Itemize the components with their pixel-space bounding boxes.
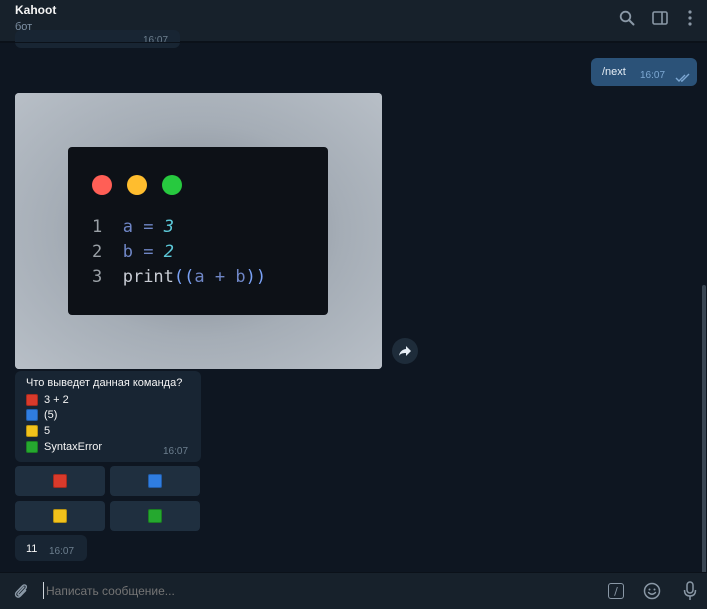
message-input[interactable] [44, 580, 588, 602]
quiz-message: Что выведет данная команда? 3 + 2 (5) 5 … [15, 371, 201, 462]
message-time: 16:07 [49, 546, 75, 557]
yellow-square-icon [53, 509, 67, 523]
blue-square-icon [26, 409, 38, 421]
code-line: 1 a = 3 [92, 217, 174, 237]
partial-message: 16:07 [15, 30, 180, 48]
microphone-icon[interactable] [680, 581, 700, 601]
answer-button-red[interactable] [15, 466, 105, 496]
bot-commands-icon[interactable]: / [606, 581, 626, 601]
line-number: 2 [92, 242, 123, 262]
code-window: 1 a = 3 2 b = 2 3 print((a + b)) [68, 147, 328, 315]
code-token: print [122, 267, 174, 287]
code-token: b [122, 242, 133, 262]
window-dot-yellow [127, 175, 147, 195]
code-token: a + b [194, 267, 246, 287]
quiz-option: SyntaxError [26, 440, 102, 454]
quiz-question: Что выведет данная команда? [26, 377, 183, 389]
sidebar-toggle-icon[interactable] [650, 8, 670, 28]
code-line: 3 print((a + b)) [92, 267, 266, 287]
quiz-option: (5) [26, 408, 57, 422]
answer-button-green[interactable] [110, 501, 200, 531]
double-check-icon [675, 70, 691, 88]
forward-button[interactable] [392, 338, 418, 364]
incoming-message: 11 16:07 [15, 535, 87, 561]
code-token: (( [173, 267, 195, 287]
search-icon[interactable] [617, 8, 637, 28]
more-menu-icon[interactable] [680, 8, 700, 28]
message-text: 11 [26, 543, 38, 555]
outgoing-message[interactable]: /next 16:07 [591, 58, 697, 86]
code-token: )) [245, 267, 267, 287]
code-line: 2 b = 2 [92, 242, 174, 262]
scrollbar[interactable] [702, 285, 706, 575]
window-dot-green [162, 175, 182, 195]
emoji-icon[interactable] [642, 581, 662, 601]
yellow-square-icon [26, 425, 38, 437]
code-token: a [122, 217, 133, 237]
chat-title[interactable]: Kahoot [15, 3, 56, 17]
window-dot-red [92, 175, 112, 195]
code-image-message[interactable]: 1 a = 3 2 b = 2 3 print((a + b)) [15, 93, 382, 369]
message-time: 16:07 [143, 35, 169, 46]
code-token: 3 [163, 217, 174, 237]
red-square-icon [26, 394, 38, 406]
line-number: 3 [92, 267, 123, 287]
code-token: = [132, 242, 164, 262]
blue-square-icon [148, 474, 162, 488]
red-square-icon [53, 474, 67, 488]
message-composer: / [0, 572, 707, 609]
line-number: 1 [92, 217, 123, 237]
green-square-icon [26, 441, 38, 453]
answer-button-yellow[interactable] [15, 501, 105, 531]
forward-arrow-icon [399, 346, 411, 356]
quiz-option: 5 [26, 424, 50, 438]
code-token: = [132, 217, 164, 237]
answer-button-blue[interactable] [110, 466, 200, 496]
message-text: /next [602, 66, 626, 78]
green-square-icon [148, 509, 162, 523]
code-token: 2 [163, 242, 174, 262]
quiz-option: 3 + 2 [26, 393, 69, 407]
message-time: 16:07 [163, 446, 189, 457]
attach-icon[interactable] [11, 581, 31, 601]
message-time: 16:07 [640, 70, 666, 81]
